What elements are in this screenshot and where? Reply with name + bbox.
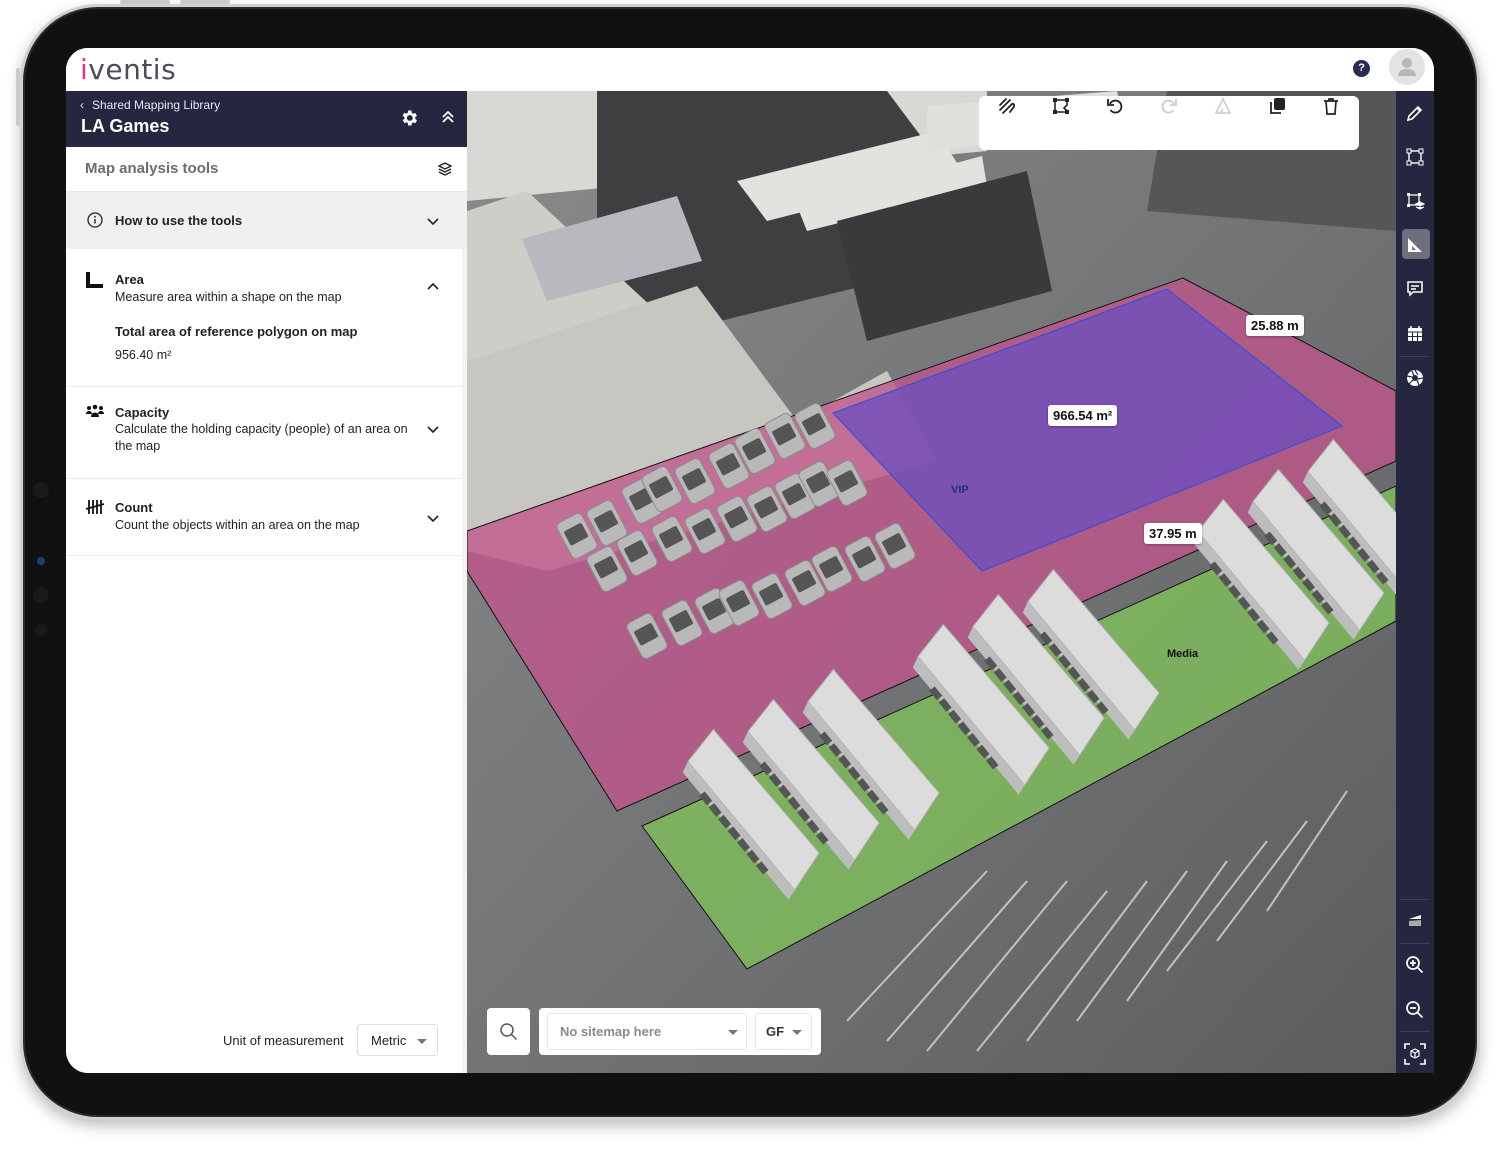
top-bar: iventis ? bbox=[66, 48, 1434, 91]
device-sensor bbox=[33, 587, 49, 603]
how-to-use-accordion[interactable]: How to use the tools bbox=[66, 192, 467, 249]
chevron-left-icon: ‹ bbox=[80, 98, 84, 112]
tools-title-bar: Map analysis tools bbox=[66, 147, 467, 192]
width-measurement-label: 25.88 m bbox=[1246, 315, 1304, 336]
freehand-draw-icon[interactable] bbox=[997, 96, 1017, 116]
media-zone-label: Media bbox=[1167, 648, 1199, 660]
comment-icon[interactable] bbox=[1405, 279, 1425, 299]
dropdown-arrow-icon bbox=[417, 1039, 427, 1044]
measure-icon[interactable] bbox=[1405, 235, 1425, 255]
ruler-square-icon bbox=[86, 272, 103, 288]
chevron-up-icon[interactable] bbox=[426, 280, 440, 294]
layers-icon[interactable] bbox=[437, 161, 453, 177]
area-measurement-label: 966.54 m² bbox=[1048, 405, 1118, 426]
polygon-icon[interactable] bbox=[1405, 147, 1425, 167]
edit-shape-icon[interactable] bbox=[1051, 96, 1071, 116]
area-tool-section: Area Measure area within a shape on the … bbox=[66, 249, 462, 387]
area-description: Measure area within a shape on the map bbox=[115, 290, 342, 304]
redo-icon bbox=[1161, 99, 1177, 114]
user-icon bbox=[1398, 58, 1416, 76]
map-search-button[interactable] bbox=[487, 1008, 530, 1055]
capacity-tool-section[interactable]: Capacity Calculate the holding capacity … bbox=[66, 386, 462, 479]
count-title: Count bbox=[115, 500, 153, 515]
app-screen: iventis ? ‹ Shared Mapping Library LA Gam… bbox=[66, 48, 1434, 1073]
device-top-button bbox=[120, 0, 170, 4]
tools-title: Map analysis tools bbox=[85, 160, 219, 177]
duplicate-icon[interactable] bbox=[1267, 96, 1287, 116]
pencil-icon[interactable] bbox=[1405, 103, 1425, 123]
aperture-icon[interactable] bbox=[1405, 368, 1425, 388]
capacity-title: Capacity bbox=[115, 405, 170, 420]
project-header: ‹ Shared Mapping Library LA Games bbox=[66, 91, 467, 147]
dropdown-arrow-icon bbox=[792, 1030, 802, 1035]
area-result-label: Total area of reference polygon on map bbox=[115, 324, 358, 339]
map-view[interactable]: 966.54 m² 25.88 m 37.95 m VIP Media No s… bbox=[467, 91, 1396, 1073]
double-chevron-up-icon[interactable] bbox=[440, 109, 456, 125]
analysis-panel: ‹ Shared Mapping Library LA Games Map ana… bbox=[66, 91, 467, 1073]
count-description: Count the objects within an area on the … bbox=[115, 518, 360, 532]
length-measurement-label: 37.95 m bbox=[1144, 523, 1202, 544]
right-tool-rail bbox=[1396, 91, 1434, 1073]
project-title: LA Games bbox=[81, 116, 170, 136]
rail-divider bbox=[1400, 899, 1430, 900]
triangle-measure-icon bbox=[1214, 97, 1232, 114]
device-camera bbox=[37, 557, 45, 565]
dropdown-arrow-icon bbox=[728, 1030, 738, 1035]
tally-icon bbox=[85, 500, 105, 514]
device-side-button bbox=[16, 68, 20, 126]
chevron-down-icon[interactable] bbox=[426, 511, 440, 525]
chevron-down-icon[interactable] bbox=[426, 214, 440, 228]
rail-divider bbox=[1400, 943, 1430, 944]
rail-divider bbox=[1400, 356, 1430, 357]
zoom-in-icon[interactable] bbox=[1405, 955, 1425, 975]
device-sensor bbox=[35, 624, 47, 636]
device-top-button bbox=[180, 0, 230, 4]
drawing-toolbar bbox=[979, 96, 1359, 150]
gear-icon[interactable] bbox=[399, 108, 419, 128]
vip-zone-label: VIP bbox=[951, 484, 969, 496]
area-result-value: 956.40 m² bbox=[115, 348, 172, 362]
help-icon[interactable]: ? bbox=[1353, 60, 1370, 77]
polygon-layers-icon[interactable] bbox=[1405, 191, 1425, 211]
user-avatar[interactable] bbox=[1389, 49, 1425, 85]
unit-select[interactable]: Metric bbox=[357, 1024, 438, 1056]
breadcrumb[interactable]: ‹ Shared Mapping Library bbox=[80, 98, 220, 112]
compass-icon[interactable] bbox=[1405, 911, 1425, 931]
chevron-down-icon[interactable] bbox=[426, 422, 440, 436]
sitemap-select[interactable]: No sitemap here bbox=[547, 1013, 747, 1050]
zoom-out-icon[interactable] bbox=[1405, 1000, 1425, 1020]
how-to-use-label: How to use the tools bbox=[115, 213, 243, 228]
unit-of-measurement-label: Unit of measurement bbox=[223, 1033, 344, 1048]
capacity-description: Calculate the holding capacity (people) … bbox=[115, 422, 408, 453]
area-title: Area bbox=[115, 272, 144, 287]
undo-icon[interactable] bbox=[1105, 96, 1125, 116]
iventis-logo[interactable]: iventis bbox=[80, 53, 176, 86]
calendar-icon[interactable] bbox=[1405, 324, 1425, 344]
count-tool-section[interactable]: Count Count the objects within an area o… bbox=[66, 478, 462, 556]
search-icon bbox=[500, 1023, 518, 1041]
device-sensor bbox=[33, 482, 49, 498]
delete-icon[interactable] bbox=[1321, 96, 1341, 116]
rail-divider bbox=[1400, 1031, 1430, 1032]
floor-select[interactable]: GF bbox=[755, 1013, 812, 1050]
sitemap-bar: No sitemap here GF bbox=[539, 1008, 821, 1055]
people-icon bbox=[86, 404, 104, 417]
map-canvas[interactable] bbox=[467, 91, 1396, 1073]
3d-view-icon[interactable] bbox=[1403, 1042, 1427, 1066]
info-icon bbox=[87, 212, 103, 228]
